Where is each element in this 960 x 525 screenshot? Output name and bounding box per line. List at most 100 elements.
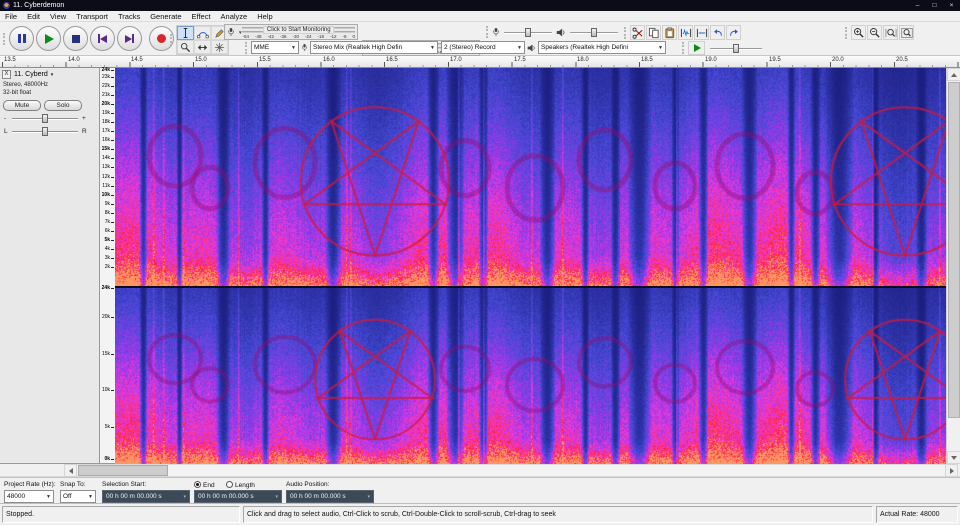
track-name[interactable]: 11. Cyberd — [14, 71, 48, 78]
menu-edit[interactable]: Edit — [22, 11, 45, 22]
skip-to-start-button[interactable] — [90, 26, 115, 51]
gain-slider[interactable] — [12, 114, 78, 123]
menu-file[interactable]: File — [0, 11, 22, 22]
toolbar-gripper[interactable] — [486, 26, 489, 38]
minimize-button[interactable]: – — [909, 0, 926, 11]
menu-help[interactable]: Help — [252, 11, 277, 22]
skip-to-end-button[interactable] — [117, 26, 142, 51]
spectrogram-right-channel[interactable] — [115, 288, 946, 464]
timeline-ruler[interactable]: 13.5 14.0 14.5 15.0 15.5 16.0 16.5 17.0 … — [0, 56, 960, 68]
selection-end-field[interactable]: 00 h 00 m 00.000 s▾ — [194, 490, 282, 503]
timeline-label: 14.5 — [131, 57, 143, 63]
mute-button[interactable]: Mute — [3, 100, 41, 111]
track-control-panel[interactable]: X 11. Cyberd ▼ Stereo, 48000Hz 32-bit fl… — [0, 68, 100, 464]
toolbar-gripper[interactable] — [845, 27, 848, 39]
timeshift-tool-button[interactable] — [194, 40, 211, 54]
zoom-tool-button[interactable] — [177, 40, 194, 54]
dropdown-arrow-icon: ▼ — [655, 45, 663, 51]
timeline-label: 14.0 — [68, 57, 80, 63]
menu-view[interactable]: View — [45, 11, 71, 22]
playback-volume-slider[interactable] — [570, 28, 618, 37]
recording-meter[interactable]: ▼ -54-48-42-36-30-24-18-12-60 Click to S… — [224, 24, 358, 40]
menu-analyze[interactable]: Analyze — [216, 11, 253, 22]
toolbar-gripper[interactable] — [624, 27, 627, 39]
selection-start-field[interactable]: 00 h 00 m 00.000 s▾ — [102, 490, 190, 503]
timeline-label: 17.5 — [514, 57, 526, 63]
pan-slider[interactable] — [12, 127, 78, 136]
end-radio-icon[interactable] — [194, 481, 201, 488]
silence-icon — [696, 27, 708, 39]
horizontal-scrollbar[interactable] — [0, 464, 960, 477]
vertical-scrollbar[interactable] — [946, 68, 960, 464]
fit-project-button[interactable] — [899, 25, 914, 40]
track-menu-arrow-icon[interactable]: ▼ — [50, 72, 54, 77]
end-radio[interactable]: End — [194, 481, 215, 489]
play-at-speed-button[interactable] — [688, 41, 705, 55]
maximize-button[interactable]: □ — [926, 0, 943, 11]
toolbar-gripper[interactable] — [682, 42, 685, 54]
undo-button[interactable] — [710, 25, 725, 40]
zoom-out-button[interactable] — [867, 25, 882, 40]
freq-label: 2k — [105, 265, 110, 270]
scroll-right-button[interactable] — [945, 464, 958, 477]
freq-label: 5k — [104, 238, 110, 243]
track-area: X 11. Cyberd ▼ Stereo, 48000Hz 32-bit fl… — [0, 68, 960, 464]
track-close-button[interactable]: X — [2, 70, 11, 79]
freq-label: 6k — [105, 229, 110, 234]
playback-speed-slider[interactable] — [710, 44, 762, 53]
gain-min-label: - — [4, 114, 6, 123]
menu-transport[interactable]: Transport — [71, 11, 113, 22]
recording-channels-select[interactable]: 2 (Stereo) Record▼ — [441, 41, 525, 54]
menu-generate[interactable]: Generate — [145, 11, 186, 22]
snap-to-select[interactable]: Off▼ — [60, 490, 96, 503]
length-radio[interactable]: Length — [226, 481, 255, 489]
scroll-up-button[interactable] — [947, 68, 960, 81]
envelope-tool-button[interactable] — [194, 26, 211, 40]
play-button[interactable] — [36, 26, 61, 51]
pan-left-label: L — [4, 127, 8, 136]
freq-label: 12k — [102, 175, 110, 180]
project-rate-select[interactable]: 48000▼ — [4, 490, 54, 503]
trim-audio-button[interactable] — [678, 25, 693, 40]
playback-device-select[interactable]: Speakers (Realtek High Defini▼ — [538, 41, 666, 54]
play-icon — [45, 34, 54, 44]
window-controls: – □ × — [909, 0, 960, 11]
frequency-ruler[interactable]: 24k 23k 22k 21k 20k 19k 18k 17k 16k 15k … — [100, 68, 115, 464]
stop-button[interactable] — [63, 26, 88, 51]
spectrogram-left-channel[interactable] — [115, 68, 946, 286]
fit-selection-button[interactable] — [883, 25, 898, 40]
freq-label: 10k — [102, 193, 110, 198]
scroll-down-button[interactable] — [947, 451, 960, 464]
freq-label: 13k — [102, 165, 110, 170]
recording-meter-body: -54-48-42-36-30-24-18-12-60 Click to Sta… — [242, 25, 355, 39]
pause-button[interactable] — [9, 26, 34, 51]
toolbar-gripper[interactable] — [170, 34, 173, 46]
meter-scale: -54-48-42-36-30-24-18-12-60 — [242, 34, 355, 39]
selection-toolbar: Project Rate (Hz): 48000▼ Snap To: Off▼ … — [0, 477, 960, 503]
selection-tool-button[interactable] — [177, 26, 194, 40]
recording-volume-slider[interactable] — [504, 28, 552, 37]
redo-button[interactable] — [726, 25, 741, 40]
timeline-label: 18.5 — [641, 57, 653, 63]
silence-audio-button[interactable] — [694, 25, 709, 40]
length-radio-icon[interactable] — [226, 481, 233, 488]
paste-button[interactable] — [662, 25, 677, 40]
zoom-in-button[interactable] — [851, 25, 866, 40]
recording-device-select[interactable]: Stereo Mix (Realtek High Defin▼ — [310, 41, 438, 54]
audio-position-field[interactable]: 00 h 00 m 00.000 s▾ — [286, 490, 374, 503]
envelope-icon — [197, 28, 209, 39]
cut-button[interactable] — [630, 25, 645, 40]
menu-effect[interactable]: Effect — [187, 11, 216, 22]
menu-tracks[interactable]: Tracks — [113, 11, 145, 22]
close-button[interactable]: × — [943, 0, 960, 11]
start-monitoring-label[interactable]: Click to Start Monitoring — [263, 26, 335, 34]
horizontal-scroll-thumb[interactable] — [78, 465, 168, 476]
solo-button[interactable]: Solo — [44, 100, 82, 111]
audio-host-select[interactable]: MME▼ — [251, 41, 299, 54]
copy-button[interactable] — [646, 25, 661, 40]
multi-tool-button[interactable] — [211, 40, 228, 54]
toolbar-gripper[interactable] — [245, 42, 248, 54]
vertical-scroll-thumb[interactable] — [948, 82, 960, 418]
scroll-left-button[interactable] — [64, 464, 77, 477]
toolbar-gripper[interactable] — [3, 33, 6, 45]
